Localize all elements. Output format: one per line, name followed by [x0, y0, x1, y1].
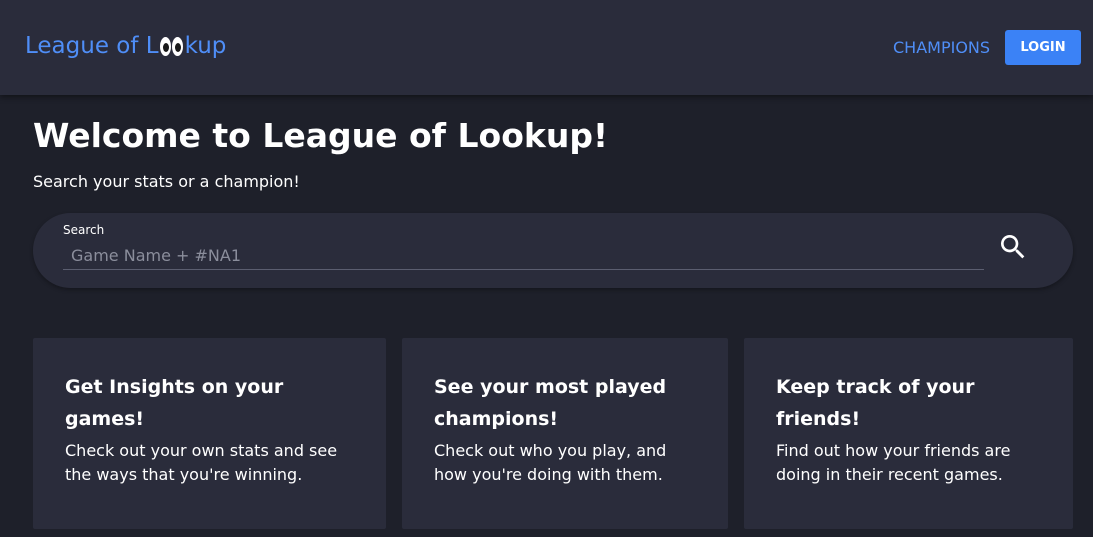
- login-button[interactable]: LOGIN: [1005, 30, 1081, 65]
- search-input[interactable]: [63, 242, 984, 270]
- card-text: Find out how your friends are doing in t…: [776, 441, 1011, 484]
- logo-text-prefix: League of L: [25, 33, 159, 59]
- left-eye-icon: [159, 36, 171, 56]
- right-eye-icon: [171, 36, 183, 56]
- page-subtitle: Search your stats or a champion!: [33, 172, 300, 191]
- card-title: See your most played champions!: [434, 376, 667, 430]
- search-bar: Search: [33, 213, 1073, 288]
- feature-card-champions: See your most played champions! Check ou…: [402, 338, 728, 529]
- logo-eyes-icon: [159, 36, 184, 56]
- card-text: Check out who you play, and how you're d…: [434, 441, 667, 484]
- search-icon[interactable]: [997, 231, 1029, 263]
- champions-link[interactable]: CHAMPIONS: [893, 38, 990, 57]
- top-navbar: League of L kup CHAMPIONS LOGIN: [0, 0, 1093, 95]
- feature-card-insights: Get Insights on your games! Check out yo…: [33, 338, 386, 529]
- logo-text-suffix: kup: [184, 33, 227, 59]
- search-label: Search: [63, 223, 105, 237]
- feature-card-friends: Keep track of your friends! Find out how…: [744, 338, 1073, 529]
- card-title: Get Insights on your games!: [65, 376, 284, 430]
- card-title: Keep track of your friends!: [776, 376, 975, 430]
- page-title: Welcome to League of Lookup!: [33, 116, 609, 155]
- card-text: Check out your own stats and see the way…: [65, 441, 338, 484]
- site-logo[interactable]: League of L kup: [25, 33, 226, 59]
